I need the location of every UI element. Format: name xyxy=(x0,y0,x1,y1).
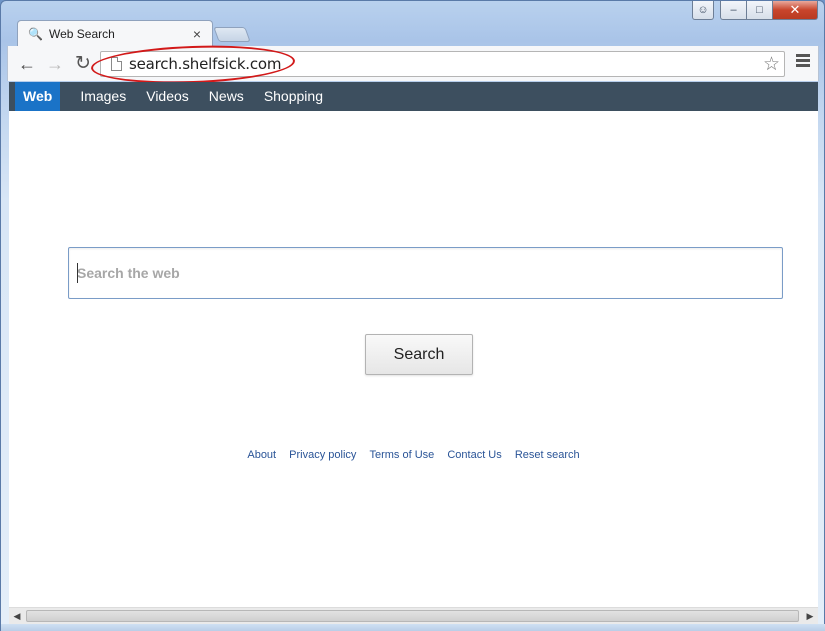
scrollbar-thumb[interactable] xyxy=(26,610,799,622)
search-icon: 🔍 xyxy=(28,27,43,41)
browser-toolbar: ← → ↻ search.shelfsick.com ☆ xyxy=(7,46,819,81)
window-bottom-border xyxy=(1,624,825,631)
footer-link-contact[interactable]: Contact Us xyxy=(447,449,501,461)
search-nav-bar: Web Images Videos News Shopping xyxy=(9,82,818,111)
nav-item-videos[interactable]: Videos xyxy=(136,82,199,111)
close-icon[interactable]: ✕ xyxy=(773,1,818,20)
search-button[interactable]: Search xyxy=(365,334,473,375)
address-bar[interactable]: search.shelfsick.com ☆ xyxy=(100,51,785,77)
back-icon[interactable]: ← xyxy=(16,53,38,75)
footer-link-reset[interactable]: Reset search xyxy=(515,449,580,461)
user-icon[interactable]: ☺ xyxy=(692,1,714,20)
bookmark-star-icon[interactable]: ☆ xyxy=(763,53,780,76)
text-caret xyxy=(77,263,78,283)
browser-tab[interactable]: 🔍 Web Search × xyxy=(17,20,213,47)
nav-item-shopping[interactable]: Shopping xyxy=(254,82,333,111)
forward-icon[interactable]: → xyxy=(44,53,66,75)
maximize-icon[interactable]: □ xyxy=(747,1,773,20)
window-controls: ☺ – □ ✕ xyxy=(692,1,818,21)
footer-link-privacy[interactable]: Privacy policy xyxy=(289,449,356,461)
tab-title: Web Search xyxy=(49,27,115,41)
minimize-icon[interactable]: – xyxy=(720,1,747,20)
url-text[interactable]: search.shelfsick.com xyxy=(129,55,282,73)
browser-window: ☺ – □ ✕ 🔍 Web Search × ← → ↻ search.shel… xyxy=(0,0,825,631)
search-box xyxy=(68,247,783,299)
nav-item-news[interactable]: News xyxy=(199,82,254,111)
footer-links: About Privacy policy Terms of Use Contac… xyxy=(9,449,818,461)
page-content: Search About Privacy policy Terms of Use… xyxy=(9,111,818,607)
menu-icon[interactable] xyxy=(796,54,810,69)
new-tab-button[interactable] xyxy=(213,27,251,42)
horizontal-scrollbar[interactable]: ◀ ▶ xyxy=(9,607,818,624)
scroll-right-icon[interactable]: ▶ xyxy=(802,608,818,624)
footer-link-about[interactable]: About xyxy=(247,449,276,461)
scroll-left-icon[interactable]: ◀ xyxy=(9,608,25,624)
footer-link-terms[interactable]: Terms of Use xyxy=(369,449,434,461)
nav-item-web[interactable]: Web xyxy=(15,82,61,111)
page-icon xyxy=(111,57,122,71)
nav-item-images[interactable]: Images xyxy=(70,82,136,111)
reload-icon[interactable]: ↻ xyxy=(72,53,94,75)
search-input[interactable] xyxy=(69,248,782,298)
tab-close-icon[interactable]: × xyxy=(188,26,206,42)
